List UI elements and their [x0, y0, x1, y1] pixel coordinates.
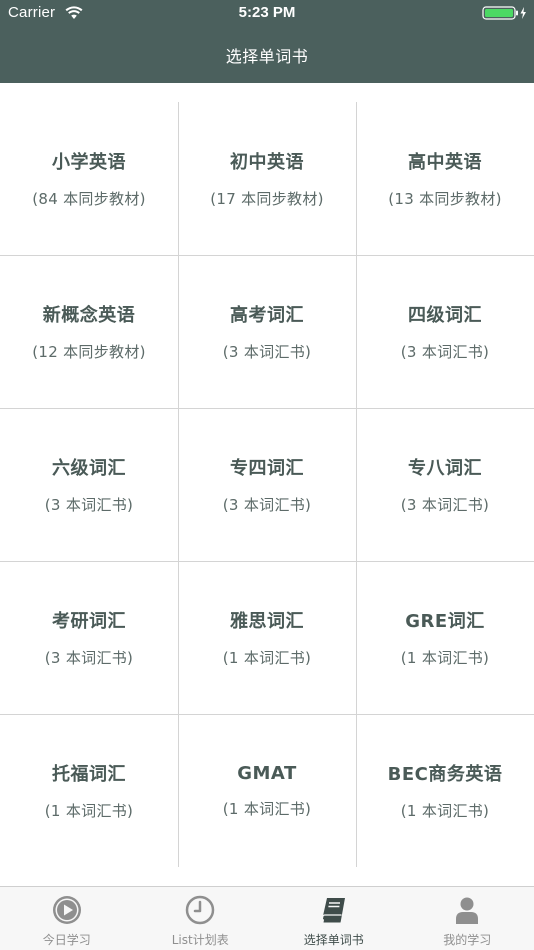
book-count: (13 本同步教材): [388, 190, 502, 208]
book-cell-new-concept[interactable]: 新概念英语 (12 本同步教材): [0, 255, 178, 408]
book-cell-gaokao[interactable]: 高考词汇 (3 本词汇书): [178, 255, 356, 408]
book-count: (84 本同步教材): [32, 190, 146, 208]
book-cell-bec[interactable]: BEC商务英语 (1 本词汇书): [356, 714, 534, 867]
book-title: GMAT: [237, 762, 297, 784]
status-bar: Carrier 5:23 PM: [0, 0, 534, 28]
book-title: 专八词汇: [408, 458, 482, 479]
book-cell-ielts[interactable]: 雅思词汇 (1 本词汇书): [178, 561, 356, 714]
tab-today-study[interactable]: 今日学习: [0, 887, 134, 950]
book-count: (3 本词汇书): [44, 649, 134, 667]
book-title: 雅思词汇: [230, 611, 304, 632]
book-cell-senior-english[interactable]: 高中英语 (13 本同步教材): [356, 102, 534, 255]
book-count: (1 本词汇书): [222, 799, 312, 818]
book-count: (3 本词汇书): [222, 496, 312, 514]
book-cell-tem4[interactable]: 专四词汇 (3 本词汇书): [178, 408, 356, 561]
page-title: 选择单词书: [225, 47, 309, 66]
book-title: 专四词汇: [230, 458, 304, 479]
book-title: 托福词汇: [52, 764, 126, 785]
book-icon: [321, 898, 345, 923]
book-count: (3 本词汇书): [400, 496, 490, 514]
person-icon: [456, 897, 479, 924]
book-cell-gre[interactable]: GRE词汇 (1 本词汇书): [356, 561, 534, 714]
book-cell-kaoyan[interactable]: 考研词汇 (3 本词汇书): [0, 561, 178, 714]
book-count: (1 本词汇书): [400, 802, 490, 820]
tab-bar: 今日学习 List计划表 选择单词书 我的学习: [0, 886, 534, 950]
book-count: (3 本词汇书): [44, 496, 134, 514]
book-title: GRE词汇: [405, 611, 485, 632]
book-title: BEC商务英语: [387, 764, 503, 785]
book-title: 高中英语: [408, 152, 482, 173]
play-icon: [52, 896, 81, 924]
book-count: (3 本词汇书): [400, 343, 490, 361]
word-book-grid: 小学英语 (84 本同步教材) 初中英语 (17 本同步教材) 高中英语 (13…: [0, 102, 534, 867]
book-title: 四级词汇: [408, 305, 482, 326]
book-cell-junior-english[interactable]: 初中英语 (17 本同步教材): [178, 102, 356, 255]
book-cell-gmat[interactable]: GMAT (1 本词汇书): [178, 714, 356, 867]
book-count: (1 本词汇书): [222, 649, 312, 667]
book-cell-tem8[interactable]: 专八词汇 (3 本词汇书): [356, 408, 534, 561]
book-title: 六级词汇: [52, 458, 126, 479]
tab-my-study[interactable]: 我的学习: [401, 887, 534, 950]
book-count: (1 本词汇书): [44, 802, 134, 820]
tab-label: 今日学习: [42, 933, 91, 947]
book-count: (12 本同步教材): [32, 343, 146, 361]
book-title: 新概念英语: [42, 305, 136, 326]
book-cell-cet4[interactable]: 四级词汇 (3 本词汇书): [356, 255, 534, 408]
book-count: (3 本词汇书): [222, 343, 312, 361]
book-cell-toefl[interactable]: 托福词汇 (1 本词汇书): [0, 714, 178, 867]
battery-icon: [482, 6, 526, 20]
tab-label: List计划表: [171, 933, 229, 947]
navigation-header: Carrier 5:23 PM 选择单词书: [0, 0, 534, 83]
book-count: (1 本词汇书): [400, 649, 490, 667]
book-title: 考研词汇: [52, 611, 126, 632]
book-cell-primary-english[interactable]: 小学英语 (84 本同步教材): [0, 102, 178, 255]
tab-list-plan[interactable]: List计划表: [134, 887, 268, 950]
book-count: (17 本同步教材): [210, 190, 324, 208]
tab-label: 我的学习: [443, 933, 492, 947]
book-title: 高考词汇: [230, 305, 304, 326]
book-title: 初中英语: [230, 152, 304, 173]
tab-select-book[interactable]: 选择单词书: [267, 887, 401, 950]
book-title: 小学英语: [52, 152, 126, 173]
tab-label: 选择单词书: [303, 933, 364, 947]
book-cell-cet6[interactable]: 六级词汇 (3 本词汇书): [0, 408, 178, 561]
status-time: 5:23 PM: [238, 4, 296, 21]
clock-icon: [186, 895, 215, 925]
